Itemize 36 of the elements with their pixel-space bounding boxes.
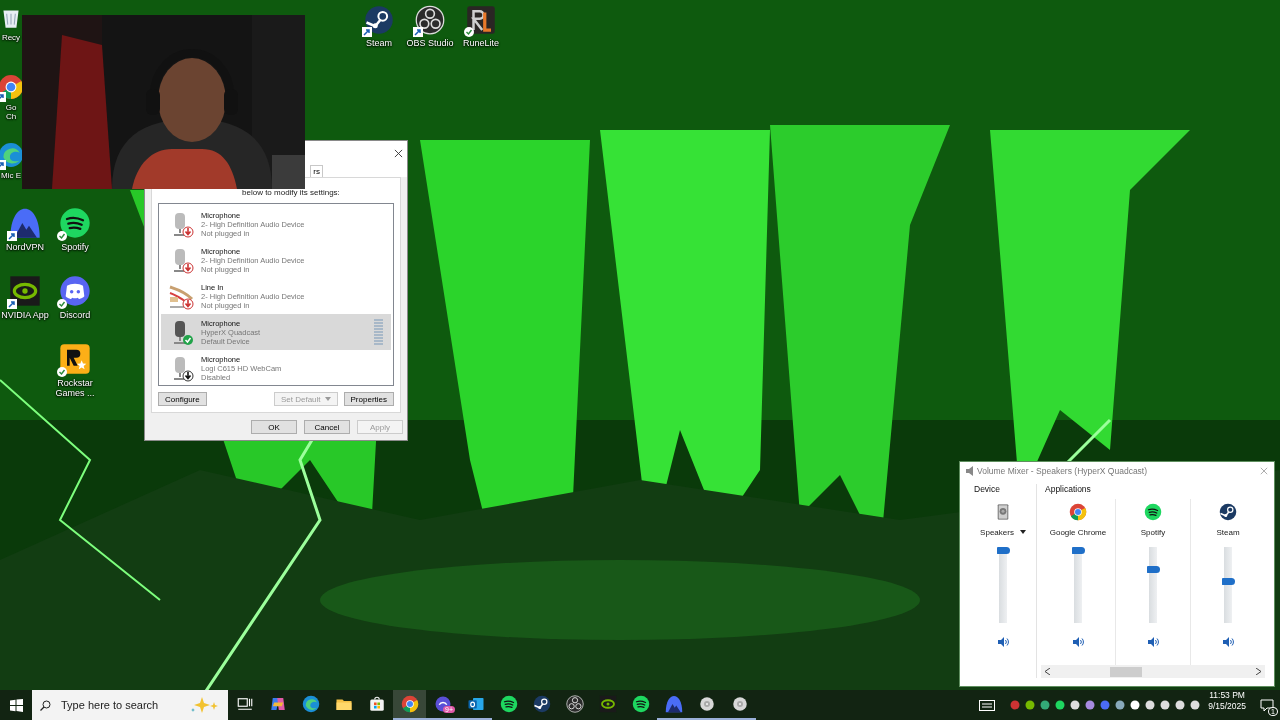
app-icon (730, 695, 749, 713)
app-icon (664, 695, 683, 713)
tray-icon[interactable] (1160, 700, 1171, 710)
tray-icon[interactable] (1055, 700, 1066, 710)
search-input[interactable]: Type here to search (59, 698, 182, 712)
clock[interactable]: 11:53 PM 9/15/2025 (1208, 690, 1246, 720)
app-icon (598, 695, 617, 713)
notification-icon (1260, 698, 1274, 712)
keyboard-icon[interactable] (979, 699, 996, 711)
app-icon (631, 695, 650, 713)
taskbar-button[interactable] (393, 690, 426, 720)
app-icon (499, 695, 518, 713)
windows-logo-icon (9, 698, 23, 712)
app-icon (301, 695, 320, 713)
tray-icon[interactable] (1175, 700, 1186, 710)
app-icon (268, 695, 287, 713)
tray-icon[interactable] (1115, 700, 1126, 710)
app-icon (466, 695, 485, 713)
clock-time: 11:53 PM (1209, 690, 1245, 701)
tray-icon[interactable] (1070, 700, 1081, 710)
tray-icon[interactable] (1085, 700, 1096, 710)
app-icon (565, 695, 584, 713)
tray-icon[interactable] (1190, 700, 1201, 710)
sparkle-icon (190, 697, 220, 713)
app-icon (367, 695, 386, 713)
search-box[interactable]: Type here to search (32, 690, 228, 720)
app-icon (433, 695, 452, 713)
tray-icon[interactable] (1145, 700, 1156, 710)
app-icon (235, 695, 254, 713)
tray-icon[interactable] (1130, 700, 1141, 710)
search-icon (40, 699, 51, 711)
tray-icon[interactable] (1025, 700, 1036, 710)
app-icon (400, 695, 419, 713)
clock-date: 9/15/2025 (1208, 701, 1246, 712)
app-icon (697, 695, 716, 713)
app-icon (532, 695, 551, 713)
